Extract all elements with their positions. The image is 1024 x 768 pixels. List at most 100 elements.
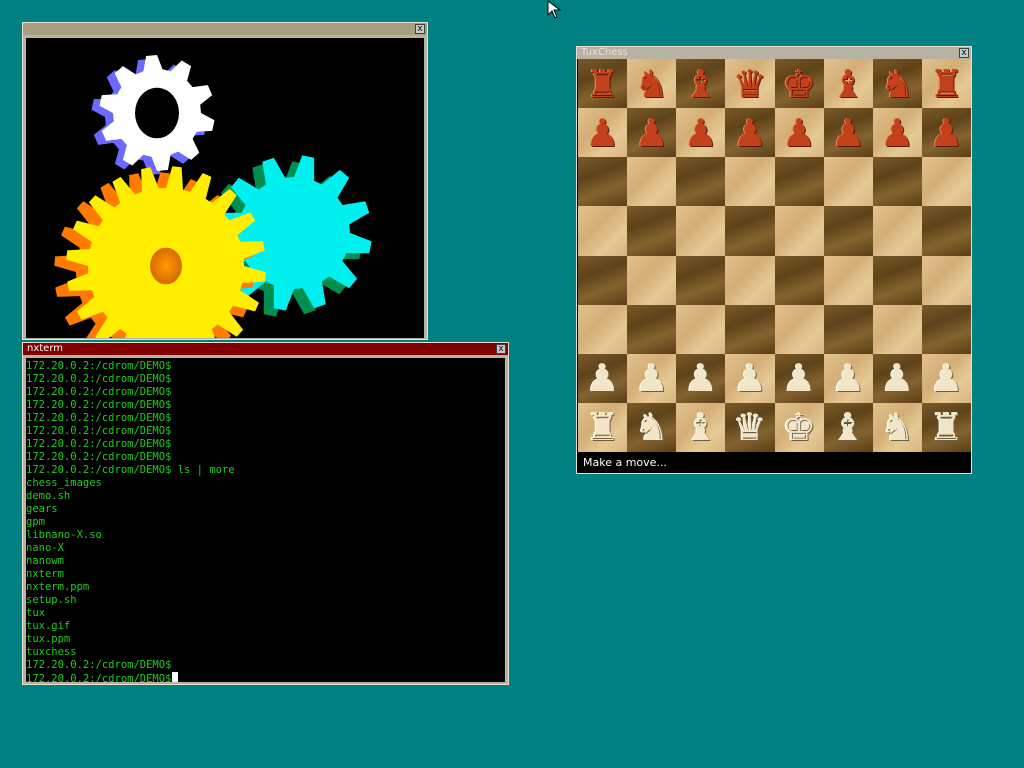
chess-square[interactable]: ♞ (627, 402, 677, 452)
ivory-knight-piece[interactable]: ♞ (635, 408, 669, 446)
chess-square[interactable]: ♛ (725, 402, 775, 452)
chess-square[interactable]: ♟ (823, 353, 873, 403)
chess-square[interactable]: ♝ (676, 59, 726, 109)
red-bishop-piece[interactable]: ♝ (684, 65, 718, 103)
ivory-bishop-piece[interactable]: ♝ (831, 408, 865, 446)
chess-square[interactable] (676, 157, 726, 207)
ivory-pawn-piece[interactable]: ♟ (782, 359, 816, 397)
chess-square[interactable]: ♟ (627, 108, 677, 158)
ivory-pawn-piece[interactable]: ♟ (684, 359, 718, 397)
chess-square[interactable] (872, 206, 922, 256)
red-pawn-piece[interactable]: ♟ (880, 114, 914, 152)
chess-square[interactable]: ♞ (627, 59, 677, 109)
red-pawn-piece[interactable]: ♟ (733, 114, 767, 152)
nxterm-titlebar[interactable]: nxterm x (23, 343, 508, 355)
chess-square[interactable]: ♛ (725, 59, 775, 109)
chess-square[interactable] (627, 304, 677, 354)
chess-square[interactable] (725, 304, 775, 354)
chess-square[interactable]: ♜ (578, 59, 628, 109)
chess-square[interactable] (725, 255, 775, 305)
chess-square[interactable]: ♟ (627, 353, 677, 403)
chess-square[interactable] (921, 206, 971, 256)
ivory-pawn-piece[interactable]: ♟ (929, 359, 963, 397)
nxterm-close-button[interactable]: x (496, 344, 506, 354)
chess-square[interactable] (578, 157, 628, 207)
tuxchess-titlebar[interactable]: TuxChess x (577, 47, 971, 59)
chess-board[interactable]: ♜ ♞ ♝ ♛ ♚ ♝ ♞ ♜ ♟ ♟ ♟ ♟ ♟ ♟ ♟ ♟ ♟ ♟ ♟ ♟ ♟ ♟ ♟ ♟ ♜ ♞ ♝ ♛ ♚ ♝ ♞ ♜ (578, 59, 971, 452)
chess-square[interactable]: ♟ (725, 353, 775, 403)
chess-square[interactable] (774, 206, 824, 256)
chess-square[interactable]: ♟ (676, 353, 726, 403)
chess-square[interactable]: ♟ (725, 108, 775, 158)
chess-square[interactable]: ♚ (774, 59, 824, 109)
chess-square[interactable] (872, 157, 922, 207)
chess-square[interactable] (774, 304, 824, 354)
gears-window[interactable]: x (22, 22, 428, 340)
chess-square[interactable] (578, 255, 628, 305)
chess-square[interactable] (823, 157, 873, 207)
chess-square[interactable] (872, 304, 922, 354)
chess-square[interactable]: ♞ (872, 402, 922, 452)
chess-square[interactable]: ♟ (872, 108, 922, 158)
chess-square[interactable] (921, 255, 971, 305)
chess-square[interactable]: ♝ (676, 402, 726, 452)
chess-square[interactable] (676, 304, 726, 354)
ivory-queen-piece[interactable]: ♛ (733, 408, 767, 446)
red-pawn-piece[interactable]: ♟ (635, 114, 669, 152)
chess-square[interactable]: ♝ (823, 402, 873, 452)
chess-square[interactable]: ♞ (872, 59, 922, 109)
chess-square[interactable]: ♟ (921, 108, 971, 158)
red-knight-piece[interactable]: ♞ (635, 65, 669, 103)
chess-square[interactable] (676, 206, 726, 256)
chess-square[interactable] (578, 304, 628, 354)
red-rook-piece[interactable]: ♜ (929, 65, 963, 103)
chess-square[interactable] (823, 206, 873, 256)
chess-square[interactable]: ♟ (578, 108, 628, 158)
chess-square[interactable]: ♟ (921, 353, 971, 403)
chess-square[interactable] (676, 255, 726, 305)
red-bishop-piece[interactable]: ♝ (831, 65, 865, 103)
ivory-pawn-piece[interactable]: ♟ (831, 359, 865, 397)
chess-square[interactable] (627, 255, 677, 305)
chess-square[interactable] (823, 255, 873, 305)
red-pawn-piece[interactable]: ♟ (831, 114, 865, 152)
chess-square[interactable]: ♟ (774, 353, 824, 403)
red-queen-piece[interactable]: ♛ (733, 65, 767, 103)
ivory-rook-piece[interactable]: ♜ (929, 408, 963, 446)
chess-square[interactable]: ♟ (578, 353, 628, 403)
terminal-output[interactable]: 172.20.0.2:/cdrom/DEMO$ 172.20.0.2:/cdrom… (26, 358, 505, 682)
chess-square[interactable] (578, 206, 628, 256)
chess-square[interactable]: ♟ (823, 108, 873, 158)
red-pawn-piece[interactable]: ♟ (586, 114, 620, 152)
ivory-king-piece[interactable]: ♚ (782, 408, 816, 446)
chess-square[interactable] (627, 206, 677, 256)
red-king-piece[interactable]: ♚ (782, 65, 816, 103)
chess-square[interactable] (921, 157, 971, 207)
red-pawn-piece[interactable]: ♟ (782, 114, 816, 152)
chess-square[interactable] (872, 255, 922, 305)
nxterm-window[interactable]: nxterm x 172.20.0.2:/cdrom/DEMO$ 172.20.0… (22, 342, 509, 685)
red-pawn-piece[interactable]: ♟ (929, 114, 963, 152)
chess-square[interactable]: ♜ (921, 402, 971, 452)
chess-square[interactable]: ♚ (774, 402, 824, 452)
red-rook-piece[interactable]: ♜ (586, 65, 620, 103)
ivory-pawn-piece[interactable]: ♟ (635, 359, 669, 397)
ivory-bishop-piece[interactable]: ♝ (684, 408, 718, 446)
chess-square[interactable] (823, 304, 873, 354)
chess-square[interactable]: ♝ (823, 59, 873, 109)
chess-square[interactable]: ♜ (578, 402, 628, 452)
chess-square[interactable]: ♟ (774, 108, 824, 158)
chess-square[interactable] (921, 304, 971, 354)
ivory-rook-piece[interactable]: ♜ (586, 408, 620, 446)
chess-square[interactable] (774, 157, 824, 207)
chess-square[interactable] (627, 157, 677, 207)
chess-square[interactable]: ♟ (676, 108, 726, 158)
gears-close-button[interactable]: x (415, 24, 425, 34)
chess-square[interactable]: ♜ (921, 59, 971, 109)
ivory-pawn-piece[interactable]: ♟ (733, 359, 767, 397)
gears-titlebar[interactable]: x (23, 23, 427, 35)
chess-square[interactable] (725, 206, 775, 256)
chess-square[interactable] (774, 255, 824, 305)
chess-square[interactable] (725, 157, 775, 207)
red-pawn-piece[interactable]: ♟ (684, 114, 718, 152)
